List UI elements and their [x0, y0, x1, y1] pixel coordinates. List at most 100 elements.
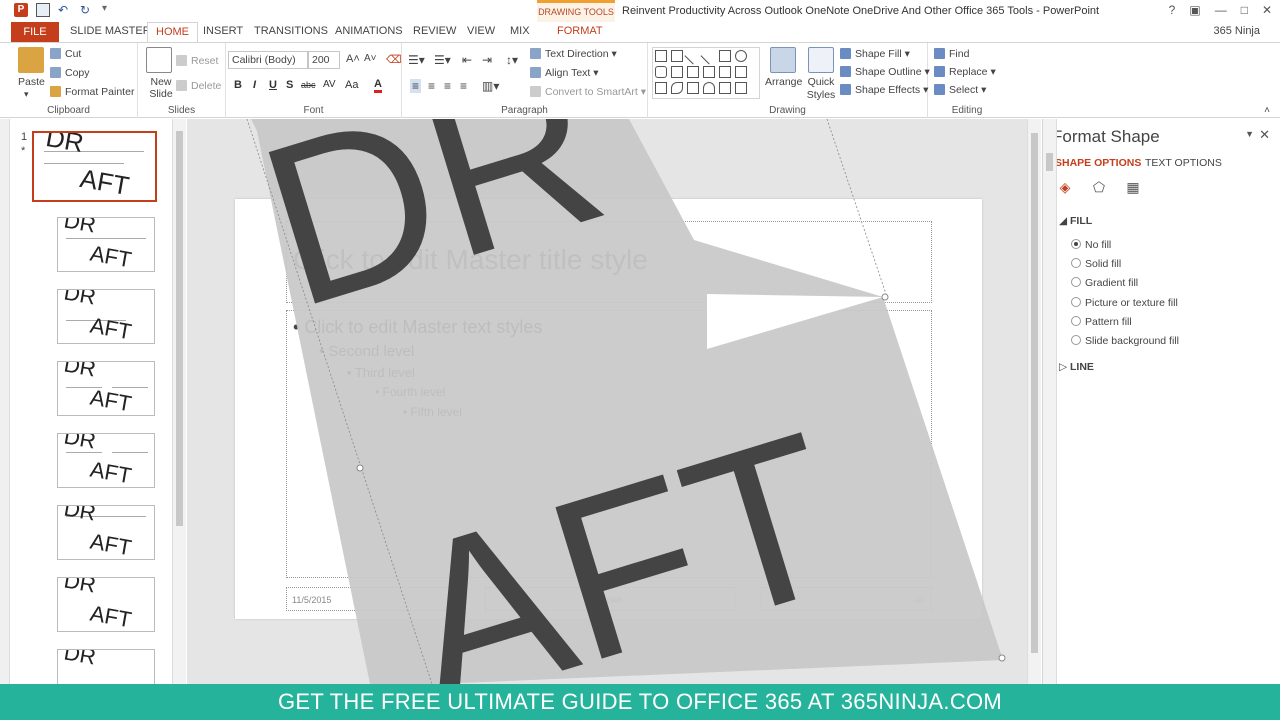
- thumbnail-layout-3[interactable]: DR AFT: [57, 361, 155, 416]
- underline-button[interactable]: U: [269, 79, 277, 91]
- align-center-icon[interactable]: ≡: [428, 79, 435, 93]
- delete-button[interactable]: Delete: [176, 80, 221, 92]
- shape-gallery-expand-icon[interactable]: [751, 82, 763, 94]
- tab-animations[interactable]: ANIMATIONS: [335, 25, 403, 37]
- quick-styles-icon[interactable]: [808, 47, 834, 73]
- thumbnail-layout-1[interactable]: DR AFT: [57, 217, 155, 272]
- title-placeholder[interactable]: Click to edit Master title style: [286, 221, 932, 303]
- shape-down-arrow-icon[interactable]: [735, 66, 747, 78]
- fill-option-pattern[interactable]: Pattern fill: [1071, 316, 1132, 328]
- pane-options-icon[interactable]: ▼: [1245, 129, 1254, 139]
- fill-option-gradient[interactable]: Gradient fill: [1071, 277, 1138, 289]
- shape-star-icon[interactable]: [655, 82, 667, 94]
- line-section[interactable]: ▷ LINE: [1059, 361, 1094, 373]
- numbering-icon[interactable]: ☰▾: [434, 53, 451, 67]
- shape-elbow-icon[interactable]: [687, 66, 699, 78]
- bullets-icon[interactable]: ☰▾: [408, 53, 425, 67]
- fill-option-picture[interactable]: Picture or texture fill: [1071, 297, 1178, 309]
- paste-button[interactable]: Paste: [18, 76, 45, 88]
- new-slide-button[interactable]: New Slide: [144, 76, 178, 100]
- tab-file[interactable]: FILE: [11, 22, 59, 42]
- arrange-icon[interactable]: [770, 47, 796, 73]
- thumbnail-scroll-thumb[interactable]: [176, 131, 183, 526]
- tab-insert[interactable]: INSERT: [203, 25, 243, 37]
- character-spacing-button[interactable]: AV: [323, 79, 336, 90]
- increase-indent-icon[interactable]: ⇥: [482, 53, 492, 67]
- line-spacing-icon[interactable]: ↕▾: [506, 53, 518, 67]
- help-button[interactable]: ?: [1169, 3, 1176, 17]
- fill-line-icon[interactable]: ◈: [1057, 179, 1073, 195]
- close-pane-icon[interactable]: ✕: [1259, 127, 1270, 143]
- tab-format[interactable]: FORMAT: [557, 25, 603, 37]
- paste-icon[interactable]: [18, 47, 44, 73]
- size-properties-icon[interactable]: ▦: [1125, 179, 1141, 195]
- shape-triangle-icon[interactable]: [671, 66, 683, 78]
- tab-text-options[interactable]: TEXT OPTIONS: [1145, 157, 1222, 169]
- thumbnail-scrollbar[interactable]: [172, 119, 186, 684]
- shape-freeform-icon[interactable]: [687, 82, 699, 94]
- align-right-icon[interactable]: ≡: [444, 79, 451, 93]
- pane-scroll-thumb[interactable]: [1046, 153, 1053, 171]
- date-placeholder[interactable]: 11/5/2015: [286, 587, 455, 611]
- maximize-button[interactable]: □: [1241, 3, 1248, 17]
- shape-oval-icon[interactable]: [735, 50, 747, 62]
- justify-icon[interactable]: ≡: [460, 79, 467, 93]
- arrange-button[interactable]: Arrange: [765, 76, 802, 88]
- shape-outline-button[interactable]: Shape Outline ▾: [840, 66, 930, 78]
- shape-more2-icon[interactable]: [751, 66, 763, 78]
- tab-review[interactable]: REVIEW: [413, 25, 456, 37]
- thumbnail-master[interactable]: DR AFT: [32, 131, 157, 202]
- strikethrough-button[interactable]: abc: [301, 80, 316, 90]
- grow-font-icon[interactable]: A˄: [346, 53, 360, 65]
- close-button[interactable]: ✕: [1262, 3, 1272, 17]
- align-text-button[interactable]: Align Text ▾: [530, 67, 599, 79]
- paste-dropdown-icon[interactable]: ▾: [24, 89, 29, 100]
- account-name[interactable]: 365 Ninja: [1214, 25, 1260, 37]
- undo-icon[interactable]: ↶: [58, 3, 72, 17]
- shape-roundrect-icon[interactable]: [655, 66, 667, 78]
- tab-home[interactable]: HOME: [147, 22, 198, 43]
- tab-slide-master[interactable]: SLIDE MASTER: [70, 25, 151, 37]
- slide-number-placeholder[interactable]: ‹#›: [761, 587, 932, 611]
- italic-button[interactable]: I: [253, 79, 256, 91]
- select-button[interactable]: Select ▾: [934, 84, 986, 96]
- canvas-scroll-thumb[interactable]: [1031, 133, 1038, 653]
- shape-right-arrow-icon[interactable]: [719, 66, 731, 78]
- reset-button[interactable]: Reset: [176, 55, 218, 67]
- save-icon[interactable]: [36, 3, 50, 17]
- fill-option-none[interactable]: No fill: [1071, 239, 1111, 251]
- shape-connector-icon[interactable]: [703, 66, 715, 78]
- shadow-button[interactable]: S: [286, 79, 293, 91]
- pane-scrollbar[interactable]: [1043, 119, 1057, 684]
- minimize-button[interactable]: —: [1215, 3, 1227, 17]
- customize-qat-icon[interactable]: ▾: [102, 3, 116, 17]
- shape-fill-button[interactable]: Shape Fill ▾: [840, 48, 910, 60]
- fill-option-solid[interactable]: Solid fill: [1071, 258, 1121, 270]
- shape-curve-icon[interactable]: [671, 82, 683, 94]
- copy-button[interactable]: Copy: [50, 67, 90, 79]
- shape-rect-icon[interactable]: [671, 50, 683, 62]
- ribbon-display-icon[interactable]: ▣: [1189, 3, 1200, 17]
- change-case-button[interactable]: Aa: [345, 79, 358, 91]
- selection-handle[interactable]: [998, 654, 1006, 662]
- decrease-indent-icon[interactable]: ⇤: [462, 53, 472, 67]
- shape-line-icon[interactable]: [684, 47, 702, 65]
- thumbnail-layout-2[interactable]: DR AFT: [57, 289, 155, 344]
- thumbnail-layout-4[interactable]: DR AFT: [57, 433, 155, 488]
- thumbnail-layout-5[interactable]: DR AFT: [57, 505, 155, 560]
- convert-smartart-button[interactable]: Convert to SmartArt ▾: [530, 86, 646, 98]
- format-painter-button[interactable]: Format Painter: [50, 86, 134, 98]
- collapse-ribbon-icon[interactable]: ˄: [1264, 105, 1270, 116]
- font-color-button[interactable]: A: [374, 78, 382, 93]
- shape-arrow-icon[interactable]: [700, 47, 718, 65]
- columns-icon[interactable]: ▥▾: [482, 79, 499, 93]
- cut-button[interactable]: Cut: [50, 48, 81, 60]
- effects-pentagon-icon[interactable]: ⬠: [1091, 179, 1107, 195]
- shape-more-icon[interactable]: [751, 50, 763, 62]
- bold-button[interactable]: B: [234, 79, 242, 91]
- quick-styles-button[interactable]: Quick Styles: [806, 76, 836, 102]
- thumbnail-layout-7[interactable]: DR: [57, 649, 155, 684]
- shape-bracket-icon[interactable]: [735, 82, 747, 94]
- new-slide-icon[interactable]: [146, 47, 172, 73]
- find-button[interactable]: Find: [934, 48, 969, 60]
